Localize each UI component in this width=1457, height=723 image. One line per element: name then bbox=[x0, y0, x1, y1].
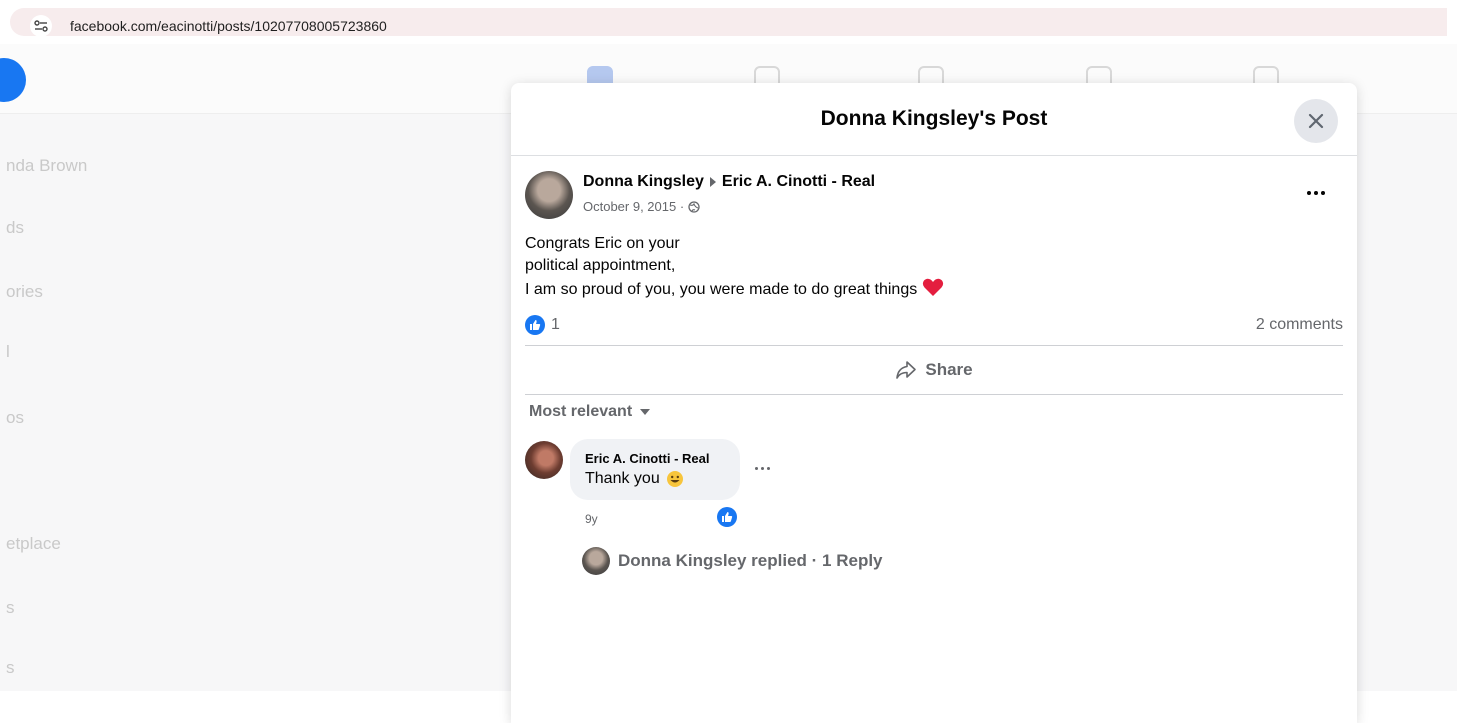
more-dot-icon bbox=[1314, 191, 1318, 195]
view-replies-link[interactable]: Donna Kingsley replied · 1 Reply bbox=[582, 547, 883, 575]
post-target-name[interactable]: Eric A. Cinotti - Real bbox=[722, 173, 875, 191]
comment-author-name[interactable]: Eric A. Cinotti - Real bbox=[585, 451, 709, 466]
post-author-avatar[interactable] bbox=[525, 171, 573, 219]
smiley-emoji-icon bbox=[666, 471, 683, 487]
share-icon bbox=[896, 361, 917, 379]
post-author-line: Donna Kingsley Eric A. Cinotti - Real bbox=[583, 173, 875, 191]
post-date-line: October 9, 2015 · bbox=[583, 199, 700, 214]
caret-down-icon bbox=[640, 409, 651, 415]
background-sidebar-item: l bbox=[6, 342, 10, 361]
comment-age[interactable]: 9y bbox=[585, 512, 598, 526]
globe-icon bbox=[688, 200, 700, 213]
reactions-summary[interactable]: 1 bbox=[525, 315, 560, 335]
post-body: Congrats Eric on your political appointm… bbox=[525, 233, 944, 301]
post-text-line-wrap: I am so proud of you, you were made to d… bbox=[525, 277, 944, 301]
share-label: Share bbox=[925, 360, 973, 379]
reply-label: Donna Kingsley replied · 1 Reply bbox=[618, 551, 883, 570]
background-sidebar-item: etplace bbox=[6, 534, 61, 553]
post-date[interactable]: October 9, 2015 · bbox=[583, 199, 684, 214]
comment-more-button[interactable] bbox=[755, 467, 770, 470]
post-text-line: political appointment, bbox=[525, 257, 676, 274]
more-dot-icon bbox=[761, 467, 764, 470]
more-dot-icon bbox=[1307, 191, 1311, 195]
divider bbox=[525, 345, 1343, 346]
heart-emoji-icon bbox=[922, 278, 943, 296]
comment-text-line: Thank you bbox=[585, 470, 684, 488]
comment-text: Thank you bbox=[585, 470, 660, 487]
comment-sort-dropdown[interactable]: Most relevant bbox=[529, 403, 651, 421]
address-bar[interactable]: facebook.com/eacinotti/posts/10207708005… bbox=[10, 8, 1447, 37]
post-more-button[interactable] bbox=[1301, 183, 1331, 203]
comments-count-link[interactable]: 2 comments bbox=[1256, 316, 1343, 334]
more-dot-icon bbox=[1321, 191, 1325, 195]
reaction-count: 1 bbox=[551, 316, 560, 333]
background-sidebar-item: os bbox=[6, 408, 24, 427]
site-settings-icon[interactable] bbox=[30, 15, 52, 37]
url-text[interactable]: facebook.com/eacinotti/posts/10207708005… bbox=[70, 18, 387, 34]
facebook-logo-icon bbox=[0, 58, 26, 102]
close-icon bbox=[1308, 113, 1324, 129]
more-dot-icon bbox=[755, 467, 758, 470]
divider bbox=[525, 394, 1343, 395]
background-sidebar-item: s bbox=[6, 598, 15, 617]
like-reaction-icon bbox=[525, 315, 545, 335]
background-sidebar-item: ds bbox=[6, 218, 24, 237]
reply-author-avatar bbox=[582, 547, 610, 575]
dialog-header: Donna Kingsley's Post bbox=[511, 83, 1357, 156]
arrow-right-icon bbox=[709, 177, 716, 187]
comment-sort-label: Most relevant bbox=[529, 403, 633, 420]
more-dot-icon bbox=[767, 467, 770, 470]
dialog-title: Donna Kingsley's Post bbox=[820, 107, 1048, 130]
post-dialog: Donna Kingsley's Post Donna Kingsley Eri… bbox=[511, 83, 1357, 723]
background-sidebar-item: s bbox=[6, 658, 15, 677]
post-text-line: Congrats Eric on your bbox=[525, 235, 680, 252]
post-text-line: I am so proud of you, you were made to d… bbox=[525, 281, 922, 298]
share-button[interactable]: Share bbox=[525, 347, 1343, 393]
comment-bubble: Eric A. Cinotti - Real Thank you bbox=[570, 439, 740, 500]
post-author-name[interactable]: Donna Kingsley bbox=[583, 173, 704, 191]
comment-like-reaction-icon[interactable] bbox=[717, 507, 737, 527]
background-sidebar-item: nda Brown bbox=[6, 156, 88, 175]
comment-author-avatar[interactable] bbox=[525, 441, 563, 479]
background-sidebar-item: ories bbox=[6, 282, 43, 301]
close-button[interactable] bbox=[1294, 99, 1338, 143]
